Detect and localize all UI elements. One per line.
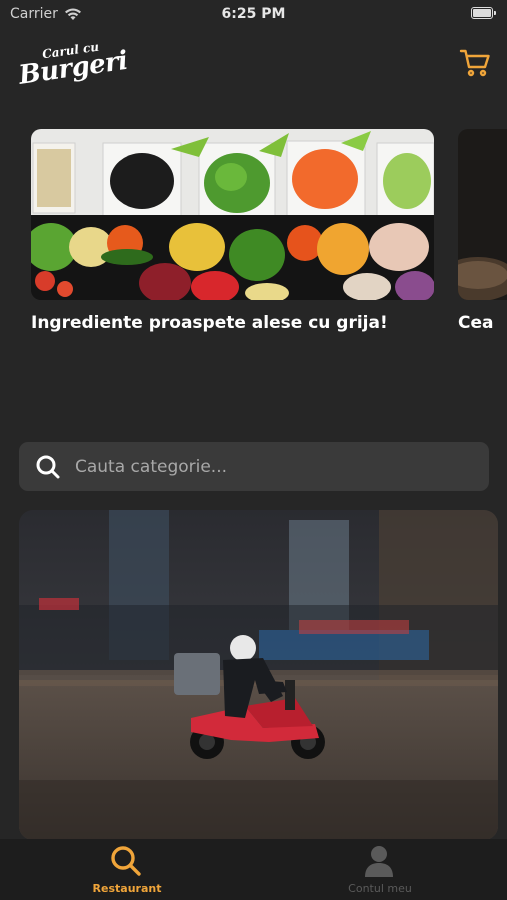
slide-caption: Cea [458,313,494,333]
logo-text-big: Burgeri [16,45,130,91]
search-bar[interactable] [19,442,489,491]
tab-account[interactable]: Contul meu [300,839,460,900]
cart-icon [459,49,490,77]
fresh-ingredients-image [31,129,434,300]
battery-icon [471,7,496,19]
brand-logo: Carul cu Burgeri [16,37,129,93]
search-input[interactable] [75,456,489,477]
carousel-slide[interactable]: Ingrediente proaspete alese cu grija! [31,129,434,333]
slide-image [458,129,507,300]
delivery-hero-image[interactable] [19,510,498,840]
slide-caption: Ingrediente proaspete alese cu grija! [31,313,388,333]
tab-label: Contul meu [348,882,412,895]
carousel-slide[interactable]: Cea [458,129,507,333]
search-icon [36,455,60,478]
clock: 6:25 PM [221,6,286,22]
search-icon [111,846,141,876]
bottom-tab-bar: Restaurant Contul meu [0,839,507,900]
promo-carousel[interactable]: Ingrediente proaspete alese cu grija! Ce… [31,129,507,349]
status-bar: Carrier 6:25 PM [0,0,507,28]
cart-button[interactable] [458,46,492,80]
tab-label: Restaurant [92,882,162,895]
tab-restaurant[interactable]: Restaurant [47,839,207,900]
user-icon [365,846,393,877]
